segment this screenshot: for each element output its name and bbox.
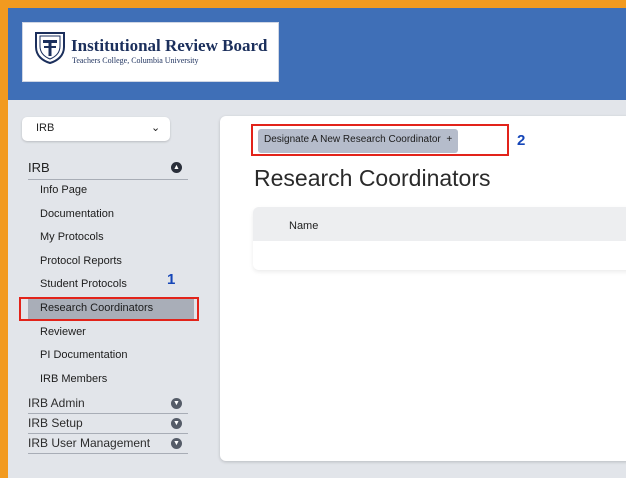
- logo-title: Institutional Review Board: [71, 36, 268, 55]
- callout-box-1: [19, 297, 199, 321]
- sidebar-item-label: Documentation: [40, 208, 114, 220]
- table-body: [253, 241, 626, 270]
- sidebar-item-pi-documentation[interactable]: PI Documentation: [28, 346, 194, 366]
- page-title: Research Coordinators: [254, 165, 491, 191]
- sidebar-item-label: My Protocols: [40, 231, 104, 243]
- sidebar-item-label: IRB Members: [40, 373, 108, 385]
- sidebar-item-documentation[interactable]: Documentation: [28, 205, 194, 225]
- module-select-value: IRB: [36, 122, 55, 134]
- expand-icon: ▼: [171, 398, 182, 409]
- sidebar-item-label: Reviewer: [40, 326, 86, 338]
- module-select[interactable]: IRB ⌄: [22, 117, 170, 141]
- sidebar-item-protocol-reports[interactable]: Protocol Reports: [28, 252, 194, 272]
- sidebar-item-label: Protocol Reports: [40, 255, 122, 267]
- expand-icon: ▼: [171, 438, 182, 449]
- sidebar-section-irb[interactable]: IRB ▲: [28, 158, 186, 178]
- annotation-marker-2: 2: [517, 132, 526, 149]
- divider: [28, 453, 188, 454]
- sidebar-section-irb-setup[interactable]: IRB Setup ▼: [28, 415, 188, 432]
- app-window: Institutional Review Board Teachers Coll…: [8, 8, 626, 478]
- callout-box-2: [251, 124, 509, 156]
- column-header-name[interactable]: Name: [289, 220, 318, 232]
- sidebar-section-irb-user-management[interactable]: IRB User Management ▼: [28, 435, 188, 452]
- sidebar-item-label: Student Protocols: [40, 278, 127, 290]
- sidebar-item-label: Info Page: [40, 184, 88, 196]
- collapse-icon: ▲: [171, 162, 182, 173]
- sidebar-item-my-protocols[interactable]: My Protocols: [28, 228, 194, 248]
- sidebar-section-label: IRB: [28, 160, 50, 175]
- sidebar-item-irb-members[interactable]: IRB Members: [28, 370, 194, 390]
- expand-icon: ▼: [171, 418, 182, 429]
- sidebar-section-label: IRB User Management: [28, 436, 151, 450]
- sidebar-item-reviewer[interactable]: Reviewer: [28, 323, 194, 343]
- chevron-down-icon: ⌄: [151, 122, 161, 134]
- divider: [28, 179, 188, 180]
- college-seal-icon: [35, 32, 65, 64]
- sidebar-section-label: IRB Admin: [28, 396, 85, 410]
- divider: [28, 433, 188, 434]
- top-header-bar: Institutional Review Board Teachers Coll…: [8, 8, 626, 100]
- logo-subtitle: Teachers College, Columbia University: [72, 56, 199, 65]
- sidebar-item-label: PI Documentation: [40, 349, 128, 361]
- sidebar-item-info-page[interactable]: Info Page: [28, 181, 194, 201]
- divider: [28, 413, 188, 414]
- table-header: Name: [253, 207, 626, 241]
- irb-logo[interactable]: Institutional Review Board Teachers Coll…: [22, 22, 279, 82]
- sidebar-section-irb-admin[interactable]: IRB Admin ▼: [28, 395, 188, 412]
- sidebar-section-label: IRB Setup: [28, 416, 83, 430]
- main-content-card: Designate A New Research Coordinator + R…: [220, 116, 626, 461]
- annotation-marker-1: 1: [167, 271, 176, 288]
- coordinators-table: Name: [253, 207, 626, 270]
